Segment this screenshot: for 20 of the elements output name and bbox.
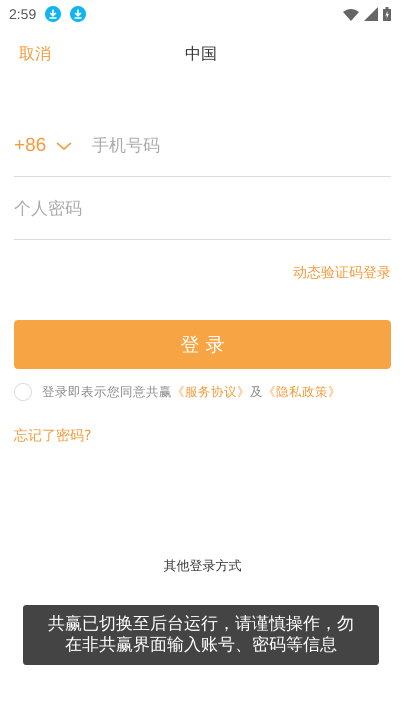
- terms-link[interactable]: 《服务协议》: [172, 384, 250, 398]
- sms-login-link[interactable]: 动态验证码登录: [293, 264, 391, 282]
- agreement-checkbox[interactable]: [14, 383, 32, 401]
- download-icon: [45, 6, 62, 22]
- agreement-text: 及: [250, 384, 263, 398]
- forgot-password-link[interactable]: 忘记了密码?: [14, 428, 92, 444]
- clock-time: 2:59: [9, 6, 36, 22]
- download-icon: [70, 6, 86, 22]
- toast-message: 共赢已切换至后台运行，请谨慎操作，勿在非共赢界面输入账号、密码等信息: [23, 605, 379, 665]
- country-code-selector[interactable]: +86: [14, 135, 72, 157]
- region-title: 中国: [185, 44, 217, 65]
- other-login-label: 其他登录方式: [164, 558, 242, 575]
- cancel-button[interactable]: 取消: [0, 44, 51, 64]
- login-button[interactable]: 登 录: [14, 320, 391, 369]
- chevron-down-icon: [56, 142, 72, 150]
- battery-icon: [383, 7, 391, 21]
- wifi-icon: [343, 8, 359, 20]
- privacy-link[interactable]: 《隐私政策》: [263, 384, 341, 398]
- agreement-text: 登录即表示您同意共赢: [42, 384, 172, 398]
- signal-icon: [364, 7, 378, 21]
